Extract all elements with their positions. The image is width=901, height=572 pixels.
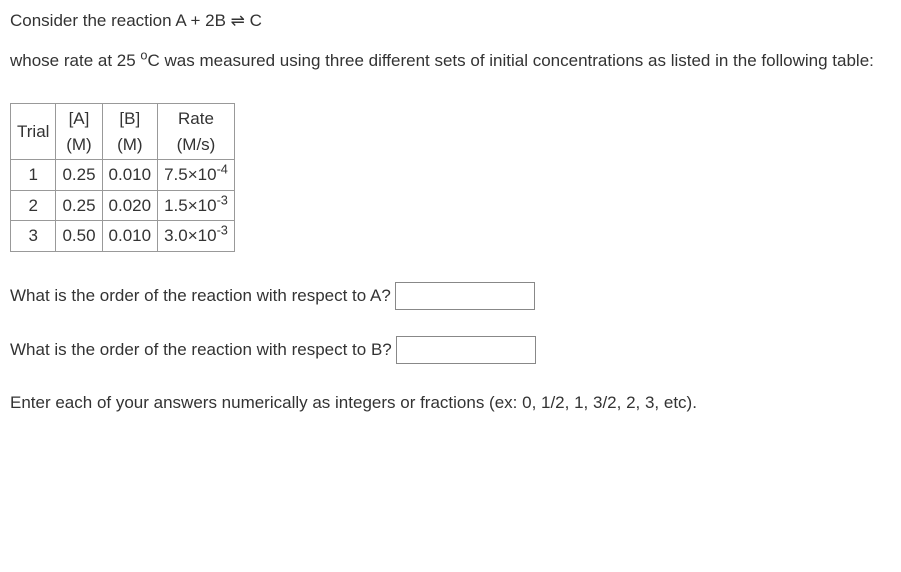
header-b-top: [B] — [109, 106, 152, 132]
cell-b: 0.010 — [102, 221, 158, 252]
question-intro: Consider the reaction A + 2B ⇌ C whose r… — [10, 8, 891, 73]
rate-coef: 7.5×10 — [164, 165, 216, 184]
header-a: [A] (M) — [56, 104, 102, 160]
intro-line2-post: C was measured using three different set… — [148, 51, 874, 70]
degree-symbol: o — [140, 47, 147, 62]
rate-exp: -4 — [217, 161, 228, 176]
cell-trial: 1 — [11, 160, 56, 191]
header-b: [B] (M) — [102, 104, 158, 160]
header-a-unit: (M) — [62, 132, 95, 158]
cell-rate: 1.5×10-3 — [158, 190, 235, 221]
equilibrium-symbol: ⇌ — [231, 11, 245, 30]
question-a-text: What is the order of the reaction with r… — [10, 283, 391, 309]
header-rate-unit: (M/s) — [164, 132, 228, 158]
concentration-table: Trial [A] (M) [B] (M) Rate (M/s) 1 0.25 … — [10, 103, 235, 252]
rate-exp: -3 — [217, 192, 228, 207]
answer-instructions: Enter each of your answers numerically a… — [10, 390, 891, 416]
table-header-row: Trial [A] (M) [B] (M) Rate (M/s) — [11, 104, 235, 160]
rate-exp: -3 — [217, 222, 228, 237]
table-row: 3 0.50 0.010 3.0×10-3 — [11, 221, 235, 252]
cell-a: 0.25 — [56, 190, 102, 221]
cell-a: 0.50 — [56, 221, 102, 252]
cell-b: 0.020 — [102, 190, 158, 221]
header-rate-top: Rate — [164, 106, 228, 132]
answer-a-input[interactable] — [395, 282, 535, 310]
cell-trial: 3 — [11, 221, 56, 252]
rate-coef: 3.0×10 — [164, 226, 216, 245]
cell-rate: 7.5×10-4 — [158, 160, 235, 191]
question-a-row: What is the order of the reaction with r… — [10, 282, 891, 310]
header-a-top: [A] — [62, 106, 95, 132]
question-b-text: What is the order of the reaction with r… — [10, 337, 392, 363]
cell-trial: 2 — [11, 190, 56, 221]
cell-rate: 3.0×10-3 — [158, 221, 235, 252]
cell-a: 0.25 — [56, 160, 102, 191]
cell-b: 0.010 — [102, 160, 158, 191]
rate-coef: 1.5×10 — [164, 196, 216, 215]
header-b-unit: (M) — [109, 132, 152, 158]
header-trial: Trial — [11, 104, 56, 160]
intro-line1-pre: Consider the reaction A + 2B — [10, 11, 231, 30]
header-rate: Rate (M/s) — [158, 104, 235, 160]
answer-b-input[interactable] — [396, 336, 536, 364]
intro-line1-post: C — [245, 11, 262, 30]
intro-line-1: Consider the reaction A + 2B ⇌ C — [10, 8, 891, 34]
intro-line2-pre: whose rate at 25 — [10, 51, 140, 70]
question-b-row: What is the order of the reaction with r… — [10, 336, 891, 364]
table-row: 1 0.25 0.010 7.5×10-4 — [11, 160, 235, 191]
intro-line-2: whose rate at 25 oC was measured using t… — [10, 48, 891, 74]
table-row: 2 0.25 0.020 1.5×10-3 — [11, 190, 235, 221]
